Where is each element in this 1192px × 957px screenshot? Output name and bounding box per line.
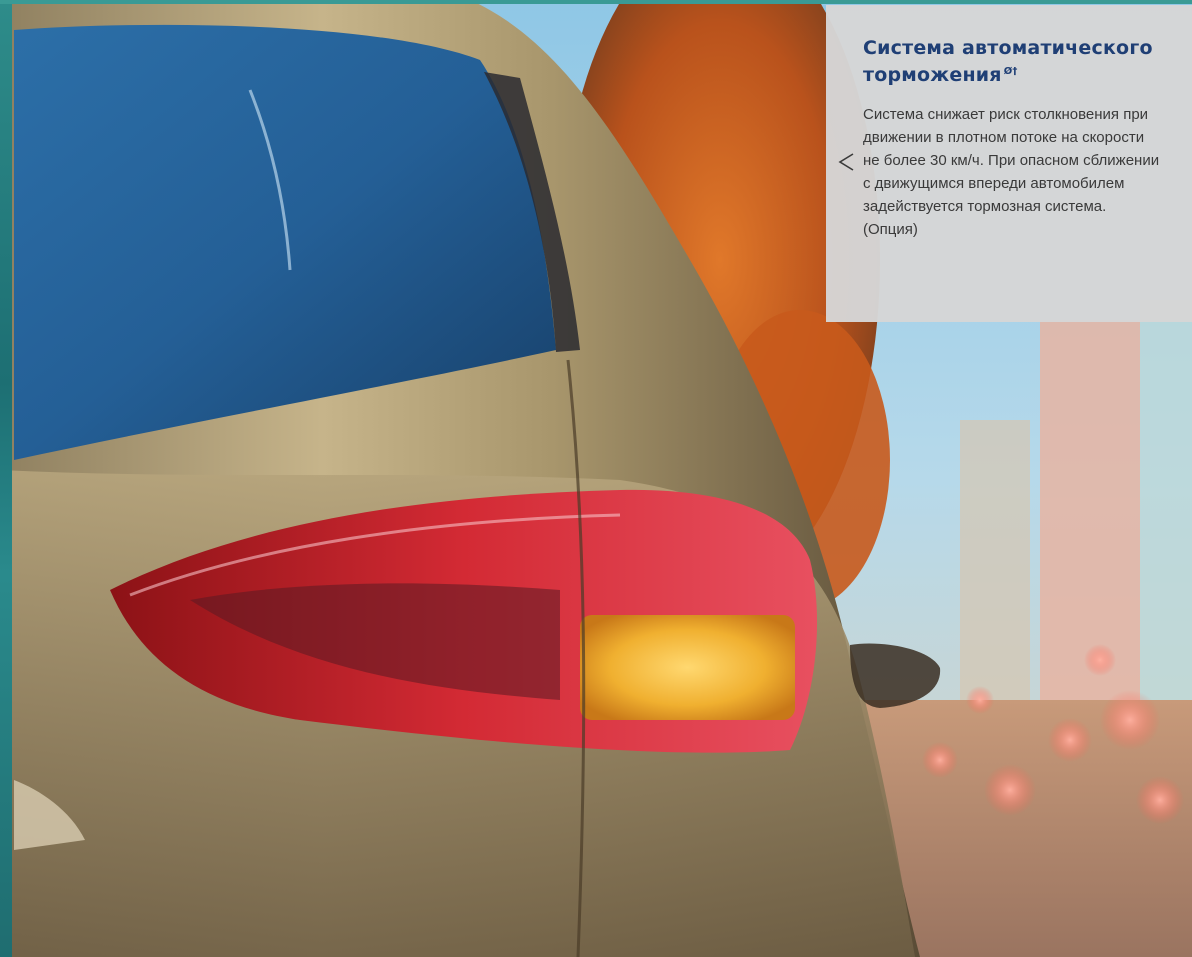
description-line: Система снижает риск столкновения при (863, 106, 1149, 123)
page-edge-strip (0, 0, 12, 957)
brochure-page: Система автоматического торможения Ø† Сис… (0, 0, 1192, 957)
description-option-note: (Опция) (863, 221, 918, 238)
feature-description: Система снижает риск столкновения при дв… (863, 103, 1188, 241)
description-line: не более 30 км/ч. При опасном сближении (863, 152, 1160, 169)
description-line: с движущимся впереди автомобилем (863, 175, 1125, 192)
feature-title: Система автоматического торможения Ø† (863, 37, 1183, 87)
feature-title-footnote: Ø† (1003, 66, 1018, 77)
description-line: задействуется тормозная система. (863, 198, 1107, 215)
description-line: движении в плотном потоке на скорости (863, 129, 1145, 146)
chevron-left-icon (838, 153, 854, 171)
feature-title-text: Система автоматического торможения (863, 37, 1153, 86)
feature-info-panel: Система автоматического торможения Ø† Сис… (826, 5, 1192, 322)
page-top-rule (0, 0, 1192, 4)
